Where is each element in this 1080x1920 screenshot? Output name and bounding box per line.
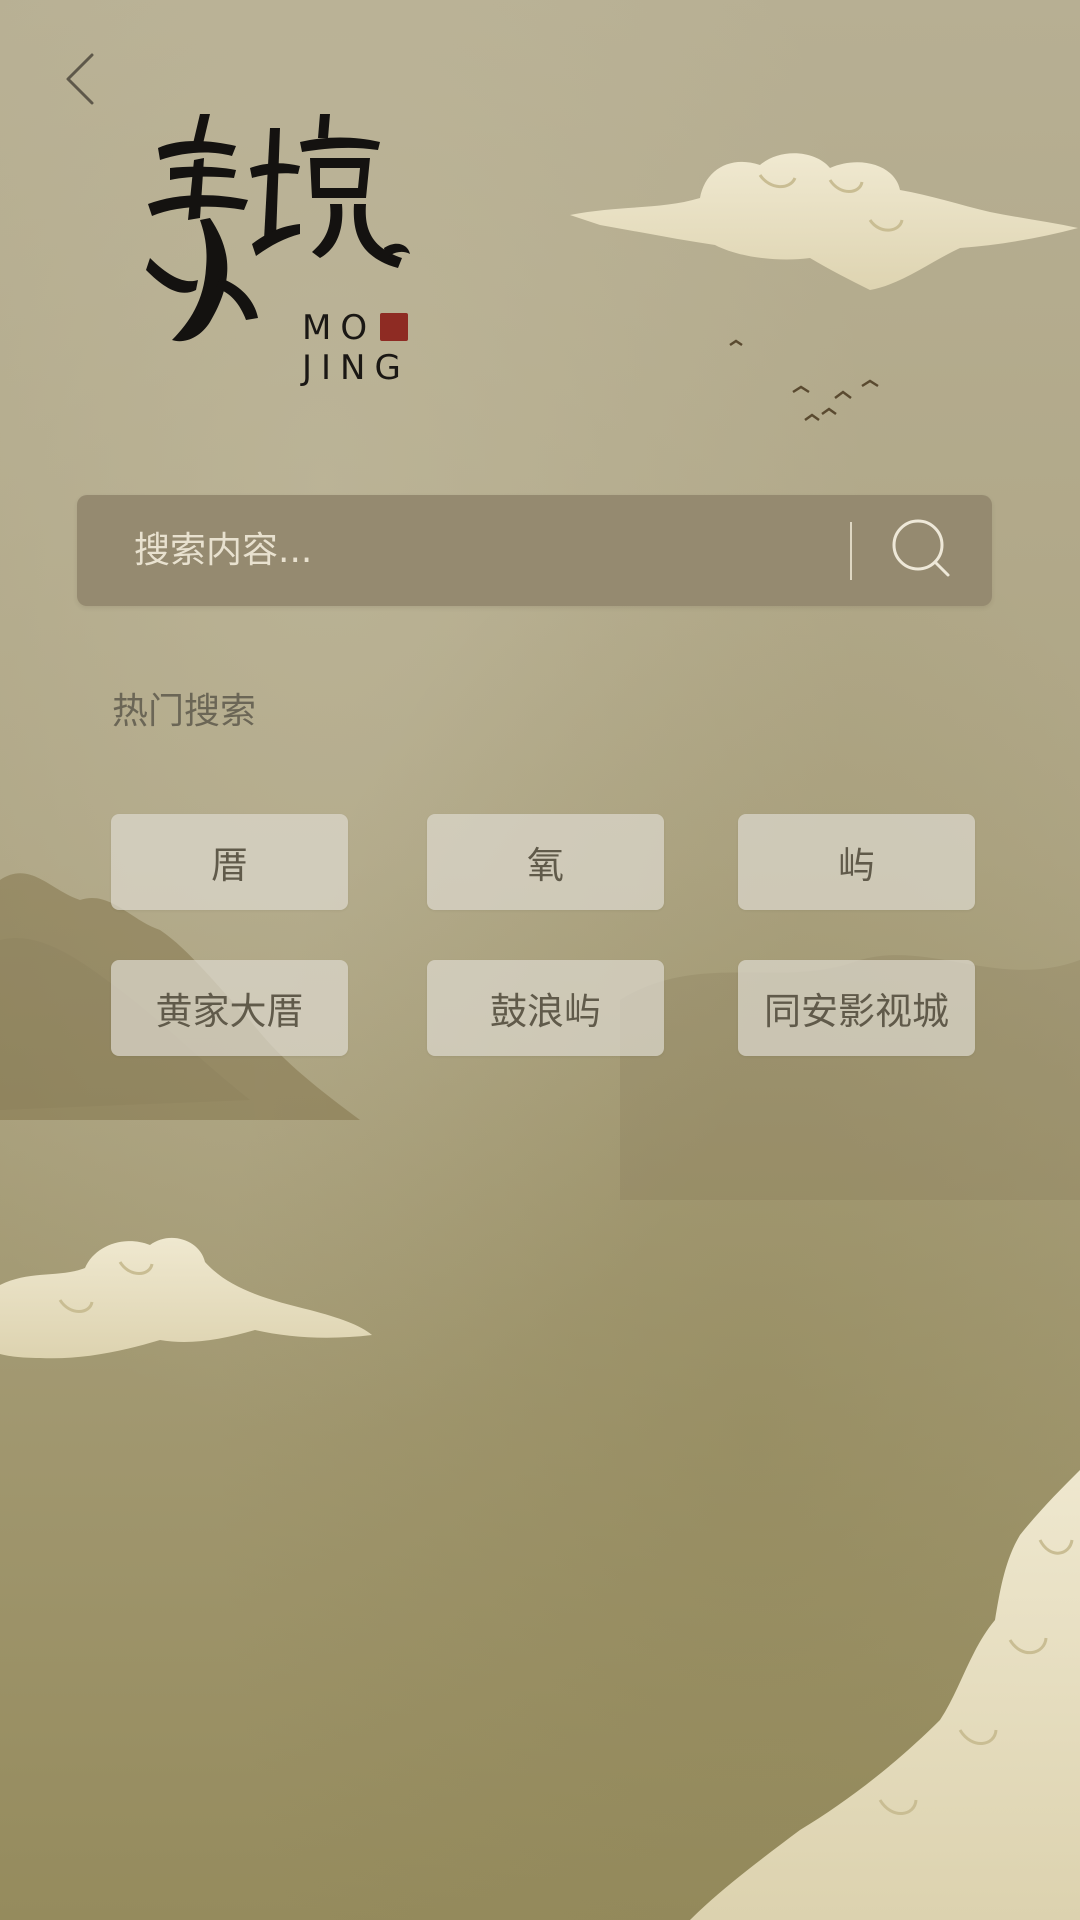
search-divider: [850, 521, 852, 580]
calligraphy-logo: [146, 114, 410, 342]
chevron-left-icon: [61, 51, 97, 111]
search-icon: [890, 517, 954, 585]
hot-search-title: 热门搜索: [112, 691, 257, 732]
search-button[interactable]: [852, 495, 992, 606]
search-bar: [77, 494, 992, 607]
hot-search-tag[interactable]: 鼓浪屿: [427, 960, 664, 1056]
hot-search-tag[interactable]: 氧: [427, 814, 664, 910]
hot-search-tag[interactable]: 厝: [111, 814, 348, 910]
hot-search-tag[interactable]: 屿: [738, 814, 975, 910]
app-logo: MO JING: [140, 108, 440, 388]
hot-search-tag[interactable]: 同安影视城: [738, 960, 975, 1056]
red-seal-stamp: [380, 313, 408, 341]
hot-search-tag[interactable]: 黄家大厝: [111, 960, 348, 1056]
logo-english-mo: MO: [302, 308, 377, 348]
search-input[interactable]: [132, 494, 850, 607]
back-button[interactable]: [44, 36, 114, 126]
logo-english-jing: JING: [302, 348, 410, 388]
